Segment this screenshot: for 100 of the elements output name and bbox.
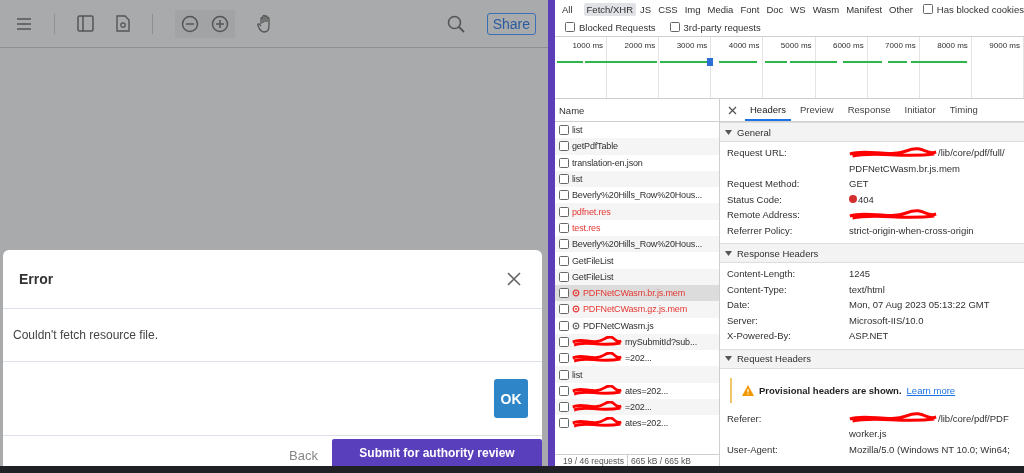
header-value: Mozilla/5.0 (Windows NT 10.0; Win64; — [849, 442, 1010, 457]
request-row[interactable]: list — [555, 366, 719, 383]
checkbox-label: 3rd-party requests — [683, 21, 761, 33]
ok-button[interactable]: OK — [494, 379, 528, 418]
error-message: Couldn't fetch resource file. — [13, 328, 159, 342]
details-tab[interactable]: Response — [842, 99, 896, 121]
checkbox[interactable] — [669, 22, 680, 32]
checkbox-label: Has blocked cookies — [936, 3, 1024, 15]
dialog-title: Error — [19, 271, 54, 287]
request-row[interactable]: Beverly%20Hills_Row%20Hous... — [555, 236, 719, 253]
request-row[interactable]: =202... — [555, 350, 719, 367]
request-row[interactable]: GetFileList — [555, 252, 719, 269]
header-value: Microsoft-IIS/10.0 — [849, 313, 924, 328]
details-tab[interactable]: Initiator — [899, 99, 941, 121]
request-row[interactable]: test.res — [555, 219, 719, 237]
header-name: Date: — [727, 298, 751, 312]
warning-icon — [742, 384, 754, 396]
header-value: 1245 — [849, 267, 871, 281]
file-gear-icon[interactable] — [116, 15, 130, 32]
request-row[interactable]: getPdfTable — [555, 138, 719, 155]
header-value: strict-origin-when-cross-origin — [849, 223, 974, 238]
request-row[interactable]: =202... — [555, 399, 719, 416]
filter-tab[interactable]: Fetch/XHR — [583, 2, 637, 16]
header-value: GET — [849, 177, 869, 191]
request-row[interactable]: mySubmitId?sub... — [555, 333, 719, 351]
header-name: Content-Type: — [727, 282, 788, 297]
section-header[interactable]: General — [720, 122, 1024, 142]
back-button[interactable]: Back — [283, 447, 324, 466]
warning-text: Provisional headers are shown. — [759, 384, 902, 396]
filter-tab[interactable]: Font — [737, 2, 763, 16]
timeline-tick-label: 8000 ms — [937, 41, 968, 51]
sidebar-panel-icon[interactable] — [77, 15, 94, 32]
submit-button[interactable]: Submit for authority review — [332, 439, 542, 466]
checkbox-label: Blocked Requests — [579, 21, 656, 33]
request-row[interactable]: list — [555, 170, 719, 188]
request-count: 19 / 46 requests — [563, 455, 624, 466]
header-name: X-Powered-By: — [727, 329, 792, 343]
header-value: worker.js — [849, 427, 888, 441]
timeline-tick-label: 9000 ms — [989, 41, 1020, 51]
request-row[interactable]: ates=202... — [555, 382, 719, 400]
request-row[interactable]: pdfnet.res — [555, 203, 719, 220]
timeline-tick-label: 4000 ms — [728, 41, 760, 51]
header-name: Status Code: — [727, 192, 783, 207]
header-value: ASP.NET — [849, 329, 889, 343]
request-row[interactable]: list — [555, 122, 719, 139]
checkbox[interactable] — [565, 22, 575, 32]
request-row[interactable]: ates=202... — [555, 415, 719, 432]
redaction-scribble — [572, 384, 622, 397]
header-name: Referrer Policy: — [727, 223, 794, 238]
header-value: PDFNetCWasm.br.js.mem — [849, 161, 962, 176]
filter-tab[interactable]: All — [559, 2, 576, 16]
section-header[interactable]: Request Headers — [720, 348, 1024, 369]
timeline-tick-label: 3000 ms — [676, 41, 708, 51]
header-name: User-Agent: — [727, 442, 779, 457]
redaction-scribble — [572, 352, 622, 365]
zoom-out-icon[interactable] — [181, 14, 199, 33]
menu-icon[interactable] — [16, 16, 32, 31]
close-icon[interactable] — [507, 272, 521, 286]
learn-more-link[interactable]: Learn more — [906, 384, 956, 396]
redaction-scribble — [572, 401, 622, 414]
filter-tab[interactable]: JS — [637, 2, 655, 16]
header-name: Referer: — [727, 411, 763, 426]
header-name: Remote Address: — [727, 208, 801, 222]
filter-tab[interactable]: Wasm — [809, 2, 843, 16]
timeline-tick-label: 7000 ms — [885, 41, 916, 51]
request-row[interactable]: Beverly%20Hills_Row%20Hous... — [555, 187, 719, 204]
header-name: Request URL: — [727, 146, 788, 160]
header-value: Mon, 07 Aug 2023 05:13:22 GMT — [849, 298, 990, 312]
filter-tab[interactable]: CSS — [655, 2, 681, 16]
checkbox[interactable] — [922, 4, 933, 14]
filter-tab[interactable]: Doc — [763, 2, 787, 16]
header-name: Content-Length: — [727, 267, 797, 281]
header-value: /lib/core/pdf/full/ — [938, 146, 1005, 160]
redaction-scribble — [572, 336, 622, 348]
search-icon[interactable] — [446, 14, 465, 33]
filter-tab[interactable]: WS — [787, 2, 809, 16]
header-value: text/html — [849, 282, 885, 297]
request-row[interactable]: PDFNetCWasm.js — [555, 317, 719, 334]
filter-tab[interactable]: Other — [886, 2, 916, 16]
timeline-tick-label: 2000 ms — [624, 41, 656, 51]
details-tab[interactable]: Preview — [794, 99, 839, 121]
details-tab[interactable]: Timing — [944, 99, 983, 121]
timeline-tick-label: 1000 ms — [572, 41, 604, 51]
filter-tab[interactable]: Img — [681, 2, 704, 16]
filter-tab[interactable]: Media — [704, 2, 737, 16]
header-value: /lib/core/pdf/PDF — [938, 411, 1009, 426]
request-row[interactable]: GetFileList — [555, 268, 719, 285]
request-row[interactable]: translation-en.json — [555, 154, 719, 171]
request-row[interactable]: PDFNetCWasm.gz.js.mem — [555, 301, 719, 318]
transfer-size: 665 kB / 665 kB — [630, 455, 691, 466]
header-value: 404 — [858, 192, 874, 207]
close-icon[interactable] — [728, 105, 737, 115]
header-name: Request Method: — [727, 177, 801, 191]
timeline-tick-label: 5000 ms — [780, 41, 812, 51]
timeline-tick-label: 6000 ms — [832, 41, 864, 51]
column-header: Name — [559, 104, 585, 116]
header-name: Server: — [727, 313, 759, 328]
zoom-in-icon[interactable] — [211, 14, 229, 33]
filter-tab[interactable]: Manifest — [843, 2, 886, 16]
section-header[interactable]: Response Headers — [720, 243, 1024, 263]
